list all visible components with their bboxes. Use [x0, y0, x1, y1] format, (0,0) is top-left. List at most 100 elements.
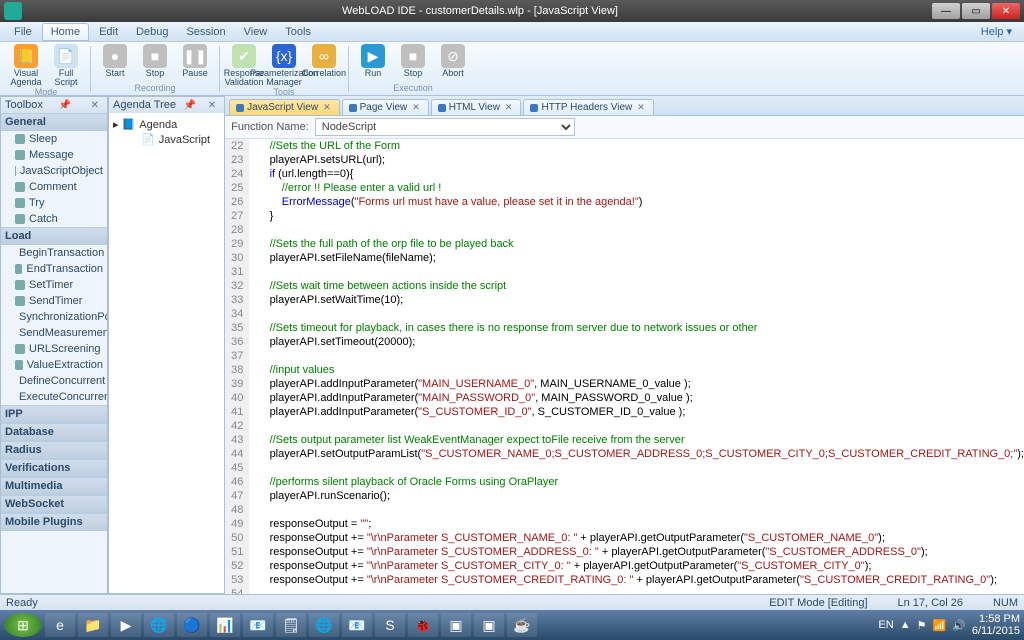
- taskbar-app-9[interactable]: 🌐: [309, 613, 339, 637]
- toolbox-cat-load[interactable]: Load: [1, 227, 107, 245]
- window-title: WebLOAD IDE - customerDetails.wlp - [Jav…: [28, 5, 932, 17]
- ribbon-start-button[interactable]: ●Start: [97, 44, 133, 78]
- function-name-select[interactable]: NodeScript: [315, 118, 575, 136]
- tray-flag-icon[interactable]: ⚑: [917, 619, 927, 632]
- toolbox-item-comment[interactable]: Comment: [1, 179, 107, 195]
- tab-html-view[interactable]: HTML View✕: [431, 99, 522, 115]
- taskbar-app-15[interactable]: ☕: [507, 613, 537, 637]
- menu-session[interactable]: Session: [178, 24, 233, 40]
- agenda-close-icon[interactable]: ✕: [204, 100, 220, 111]
- menu-tools[interactable]: Tools: [277, 24, 319, 40]
- help-menu[interactable]: Help ▾: [975, 23, 1018, 40]
- taskbar-app-1[interactable]: e: [45, 613, 75, 637]
- tab-http-headers-view[interactable]: HTTP Headers View✕: [523, 99, 653, 115]
- ribbon-stop-button[interactable]: ■Stop: [395, 44, 431, 78]
- tray-lang[interactable]: EN: [878, 619, 893, 631]
- toolbox-cat-mobile plugins[interactable]: Mobile Plugins: [1, 513, 107, 531]
- toolbox-title: Toolbox: [5, 99, 43, 111]
- toolbox-item-sleep[interactable]: Sleep: [1, 131, 107, 147]
- toolbox-item-javascriptobject[interactable]: JavaScriptObject: [1, 163, 107, 179]
- toolbox-item-synchronizationpoint[interactable]: SynchronizationPoint: [1, 309, 107, 325]
- toolbox-item-sendmeasurement[interactable]: SendMeasurement: [1, 325, 107, 341]
- toolbox-cat-websocket[interactable]: WebSocket: [1, 495, 107, 513]
- ribbon: 📒Visual Agenda📄Full ScriptMode●Start■Sto…: [0, 42, 1024, 96]
- ribbon-visual-button[interactable]: 📒Visual Agenda: [8, 44, 44, 87]
- tab-close-icon[interactable]: ✕: [503, 102, 515, 113]
- taskbar-app-11[interactable]: S: [375, 613, 405, 637]
- toolbox-cat-multimedia[interactable]: Multimedia: [1, 477, 107, 495]
- agenda-root-node[interactable]: ▸ 📘 Agenda: [113, 117, 220, 132]
- status-mode: EDIT Mode [Editing]: [769, 597, 867, 609]
- taskbar-app-8[interactable]: 🗒: [276, 613, 306, 637]
- toolbox-item-sendtimer[interactable]: SendTimer: [1, 293, 107, 309]
- toolbox-item-message[interactable]: Message: [1, 147, 107, 163]
- status-left: Ready: [6, 597, 38, 609]
- toolbox-cat-database[interactable]: Database: [1, 423, 107, 441]
- ribbon-full-button[interactable]: 📄Full Script: [48, 44, 84, 87]
- tray-net-icon[interactable]: 📶: [932, 619, 946, 632]
- tray-vol-icon[interactable]: 🔊: [952, 619, 966, 632]
- taskbar-app-13[interactable]: ▣: [441, 613, 471, 637]
- status-pos: Ln 17, Col 26: [898, 597, 963, 609]
- menu-file[interactable]: File: [6, 24, 40, 40]
- taskbar-app-10[interactable]: 📧: [342, 613, 372, 637]
- tray-clock[interactable]: 1:58 PM6/11/2015: [972, 613, 1020, 637]
- status-num: NUM: [993, 597, 1018, 609]
- taskbar-app-14[interactable]: ▣: [474, 613, 504, 637]
- ribbon-run-button[interactable]: ▶Run: [355, 44, 391, 78]
- ribbon-stop-button[interactable]: ■Stop: [137, 44, 173, 78]
- menu-debug[interactable]: Debug: [128, 24, 176, 40]
- ribbon-parameterization-button[interactable]: {x}Parameterization Manager: [266, 44, 302, 87]
- toolbox-item-begintransaction[interactable]: BeginTransaction: [1, 245, 107, 261]
- toolbox-cat-ipp[interactable]: IPP: [1, 405, 107, 423]
- ribbon-pause-button[interactable]: ❚❚Pause: [177, 44, 213, 78]
- agenda-title: Agenda Tree: [113, 99, 176, 111]
- minimize-button[interactable]: —: [932, 3, 960, 19]
- tab-close-icon[interactable]: ✕: [635, 102, 647, 113]
- taskbar-app-5[interactable]: 🔵: [177, 613, 207, 637]
- tab-page-view[interactable]: Page View✕: [342, 99, 429, 115]
- toolbox-item-executeconcurrent[interactable]: ExecuteConcurrent: [1, 389, 107, 405]
- toolbox-item-try[interactable]: Try: [1, 195, 107, 211]
- toolbox-pin-icon[interactable]: 📌: [55, 100, 75, 111]
- menu-edit[interactable]: Edit: [91, 24, 126, 40]
- tab-javascript-view[interactable]: JavaScript View✕: [229, 99, 340, 115]
- maximize-button[interactable]: ▭: [962, 3, 990, 19]
- taskbar-app-4[interactable]: 🌐: [144, 613, 174, 637]
- toolbox-item-settimer[interactable]: SetTimer: [1, 277, 107, 293]
- menu-home[interactable]: Home: [42, 23, 89, 41]
- agenda-child-node[interactable]: 📄 JavaScript: [113, 132, 220, 147]
- tab-close-icon[interactable]: ✕: [410, 102, 422, 113]
- taskbar-app-12[interactable]: 🐞: [408, 613, 438, 637]
- code-editor[interactable]: 2223242526272829303132333435363738394041…: [225, 139, 1024, 594]
- ribbon-abort-button[interactable]: ⊘Abort: [435, 44, 471, 78]
- editor-area: JavaScript View✕Page View✕HTML View✕HTTP…: [225, 96, 1024, 594]
- toolbox-item-urlscreening[interactable]: URLScreening: [1, 341, 107, 357]
- toolbox-close-icon[interactable]: ✕: [87, 100, 103, 111]
- taskbar-app-2[interactable]: 📁: [78, 613, 108, 637]
- tray-up-icon[interactable]: ▲: [900, 619, 911, 631]
- taskbar-app-7[interactable]: 📧: [243, 613, 273, 637]
- toolbox-cat-radius[interactable]: Radius: [1, 441, 107, 459]
- taskbar-app-0[interactable]: ⊞: [4, 613, 42, 637]
- taskbar-app-3[interactable]: ▶: [111, 613, 141, 637]
- agenda-panel: Agenda Tree 📌 ✕ ▸ 📘 Agenda 📄 JavaScript: [108, 96, 225, 594]
- close-button[interactable]: ✕: [992, 3, 1020, 19]
- tab-close-icon[interactable]: ✕: [321, 102, 333, 113]
- toolbox-item-catch[interactable]: Catch: [1, 211, 107, 227]
- app-logo-icon: [4, 2, 22, 20]
- toolbox-cat-general[interactable]: General: [1, 113, 107, 131]
- toolbox-cat-verifications[interactable]: Verifications: [1, 459, 107, 477]
- editor-tabs: JavaScript View✕Page View✕HTML View✕HTTP…: [225, 96, 1024, 116]
- titlebar: WebLOAD IDE - customerDetails.wlp - [Jav…: [0, 0, 1024, 22]
- agenda-pin-icon[interactable]: 📌: [180, 100, 200, 111]
- statusbar: Ready EDIT Mode [Editing] Ln 17, Col 26 …: [0, 594, 1024, 610]
- function-name-label: Function Name:: [231, 121, 309, 133]
- menu-view[interactable]: View: [236, 24, 276, 40]
- menubar: FileHomeEditDebugSessionViewTools Help ▾: [0, 22, 1024, 42]
- toolbox-item-endtransaction[interactable]: EndTransaction: [1, 261, 107, 277]
- toolbox-item-defineconcurrent[interactable]: DefineConcurrent: [1, 373, 107, 389]
- toolbox-item-valueextraction[interactable]: ValueExtraction: [1, 357, 107, 373]
- taskbar-app-6[interactable]: 📊: [210, 613, 240, 637]
- ribbon-correlation-button[interactable]: ∞Correlation: [306, 44, 342, 87]
